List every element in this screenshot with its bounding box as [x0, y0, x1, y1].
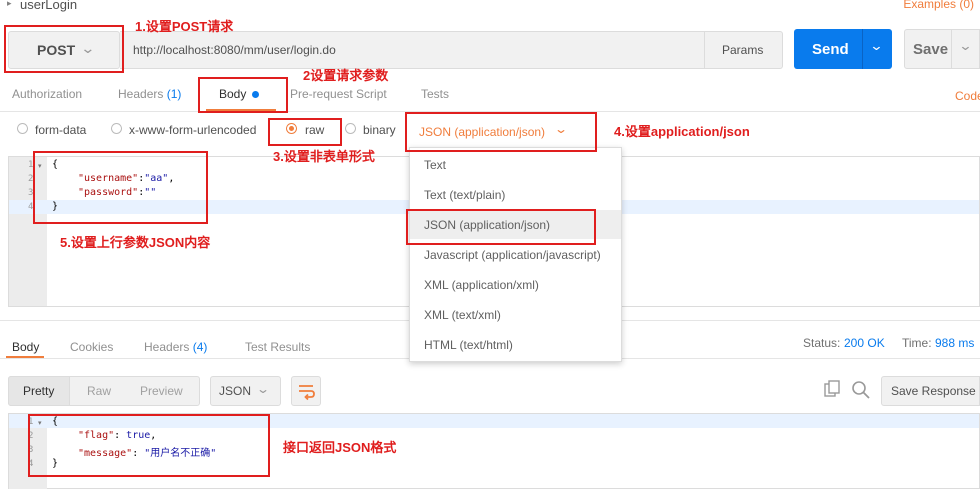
response-tab-headers-label: Headers: [144, 340, 190, 354]
copy-icon[interactable]: [822, 380, 842, 400]
url-text: http://localhost:8080/mm/user/login.do: [133, 43, 336, 57]
radio-form-data[interactable]: [17, 123, 28, 134]
response-tab-body[interactable]: Body: [12, 340, 39, 354]
save-options-chevron-icon[interactable]: ⌄: [958, 38, 972, 54]
annotation-box-json-option: [406, 209, 596, 245]
view-pretty-label: Pretty: [23, 384, 55, 398]
response-tab-headers-count: (4): [192, 340, 208, 354]
tab-authorization[interactable]: Authorization: [12, 87, 82, 101]
annotation-note-6: 接口返回JSON格式: [283, 440, 397, 455]
wrap-lines-icon: [299, 385, 315, 401]
dropdown-item[interactable]: Text: [424, 158, 446, 172]
dropdown-item[interactable]: XML (text/xml): [424, 308, 501, 322]
save-divider: [951, 29, 952, 69]
view-preview-button[interactable]: Preview: [140, 384, 183, 398]
radio-binary[interactable]: [345, 123, 356, 134]
annotation-box-request-body: [33, 151, 208, 224]
radio-form-data-label: form-data: [35, 123, 87, 137]
code-link[interactable]: Code: [955, 89, 980, 103]
send-options-chevron-icon[interactable]: ⌄: [869, 38, 883, 54]
radio-binary-label: binary: [363, 123, 396, 137]
dropdown-item[interactable]: XML (application/xml): [424, 278, 539, 292]
radio-urlencoded-label: x-www-form-urlencoded: [129, 123, 257, 137]
chevron-down-icon: ⌄: [255, 382, 271, 396]
annotation-note-1: 1.设置POST请求: [135, 19, 234, 34]
params-label: Params: [722, 43, 764, 57]
annotation-box-method: [4, 25, 124, 73]
send-divider: [862, 29, 863, 69]
annotation-note-4: 4.设置application/json: [614, 124, 750, 139]
examples-link[interactable]: Examples (0): [903, 0, 974, 11]
request-title: userLogin: [20, 0, 78, 12]
dropdown-item[interactable]: HTML (text/html): [424, 338, 513, 352]
annotation-note-3: 3.设置非表单形式: [273, 149, 375, 164]
tab-headers-count: (1): [166, 87, 182, 101]
search-icon[interactable]: [851, 380, 871, 400]
time-label: Time:: [902, 336, 932, 350]
dropdown-item[interactable]: Javascript (application/javascript): [424, 248, 601, 262]
annotation-box-content-type: [405, 112, 597, 152]
time-value: 988 ms: [935, 336, 975, 350]
view-raw-button[interactable]: Raw: [87, 384, 111, 398]
response-tab-headers[interactable]: Headers (4): [144, 340, 207, 354]
save-label: Save: [913, 41, 949, 58]
annotation-box-raw: [268, 118, 342, 146]
tab-headers-label: Headers: [118, 87, 164, 101]
status-value: 200 OK: [844, 336, 885, 350]
response-tab-cookies[interactable]: Cookies: [70, 340, 113, 354]
send-label: Send: [812, 41, 849, 58]
wrap-lines-button[interactable]: [291, 376, 321, 406]
annotation-note-2: 2设置请求参数: [303, 68, 389, 83]
tab-headers[interactable]: Headers (1): [118, 87, 181, 101]
dropdown-item[interactable]: Text (text/plain): [424, 188, 505, 202]
response-format-label: JSON: [219, 384, 252, 398]
annotation-box-response-body: [28, 414, 270, 477]
save-response-label: Save Response: [891, 384, 976, 398]
annotation-box-body-tab: [198, 77, 288, 113]
radio-urlencoded[interactable]: [111, 123, 122, 134]
collapse-caret-icon[interactable]: ▸: [7, 0, 12, 9]
response-tab-test-results[interactable]: Test Results: [245, 340, 310, 354]
tab-tests[interactable]: Tests: [421, 87, 449, 101]
tab-pre-request-script[interactable]: Pre-request Script: [290, 87, 387, 101]
status-label: Status:: [803, 336, 841, 350]
annotation-note-5: 5.设置上行参数JSON内容: [60, 235, 211, 250]
